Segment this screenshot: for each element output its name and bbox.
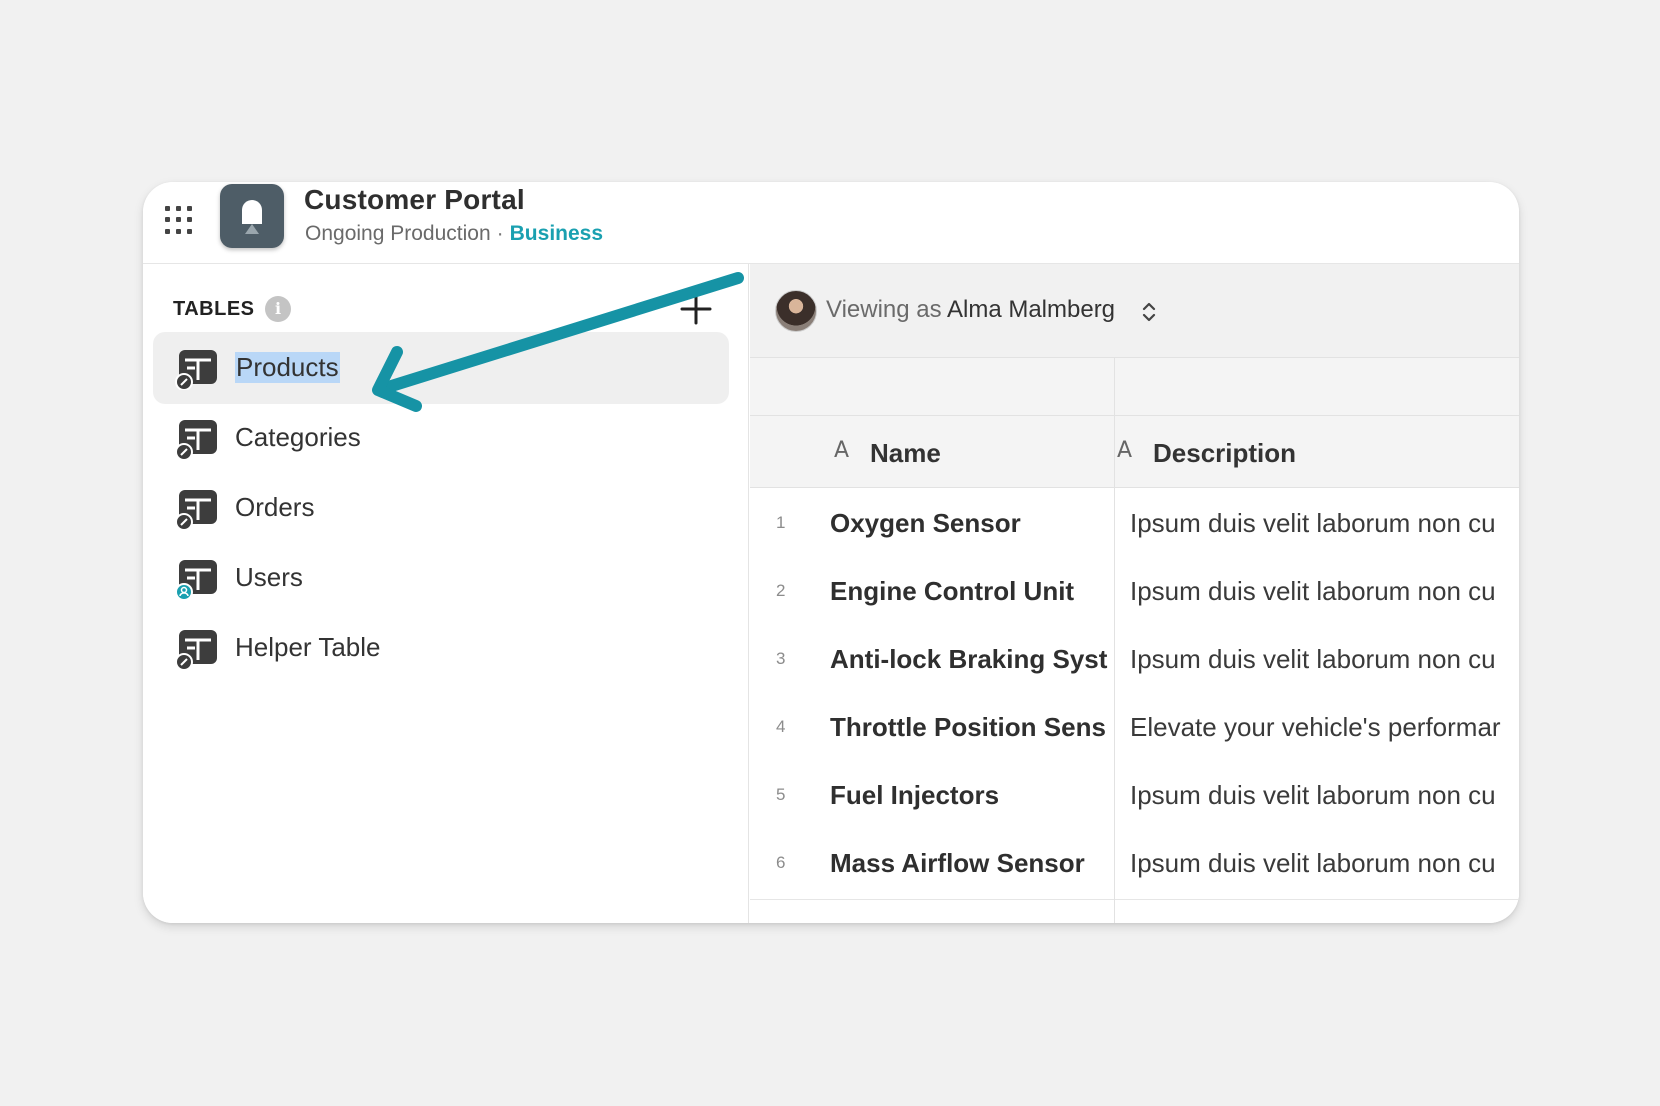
app-logo-icon[interactable] <box>220 184 284 248</box>
table-icon <box>175 630 217 670</box>
table-icon <box>175 350 217 390</box>
name-cell[interactable]: Mass Airflow Sensor <box>830 848 1112 879</box>
sidebar-item-orders[interactable]: Orders <box>153 472 729 544</box>
column-divider <box>1114 358 1115 923</box>
tables-section-label: TABLES <box>173 298 255 320</box>
plus-icon <box>680 293 712 325</box>
row-number: 1 <box>776 513 786 532</box>
column-header-row: A Name A Description <box>750 416 1519 488</box>
viewing-as-label: Viewing as Alma Malmberg <box>826 296 1115 324</box>
text-type-icon: A <box>834 438 850 463</box>
app-title: Customer Portal <box>304 184 525 215</box>
name-cell[interactable]: Fuel Injectors <box>830 780 1112 811</box>
name-cell[interactable]: Throttle Position Sens <box>830 712 1112 743</box>
sidebar-item-products[interactable]: Products <box>153 332 729 404</box>
text-type-icon: A <box>1117 438 1133 463</box>
table-row[interactable]: 3 Anti-lock Braking Syst Ipsum duis veli… <box>750 624 1519 696</box>
sidebar-item-helper-table[interactable]: Helper Table <box>153 612 729 684</box>
description-cell[interactable]: Ipsum duis velit laborum non cu <box>1130 508 1519 539</box>
viewing-as-user: Alma Malmberg <box>946 296 1116 323</box>
table-row[interactable]: 2 Engine Control Unit Ipsum duis velit l… <box>750 556 1519 628</box>
tables-sidebar: TABLES i Products Categories Orders User… <box>143 264 749 923</box>
sidebar-item-users[interactable]: Users <box>153 542 729 614</box>
column-header-name[interactable]: Name <box>870 438 941 469</box>
description-cell[interactable]: Ipsum duis velit laborum non cu <box>1130 848 1519 879</box>
environment-label: Ongoing Production <box>305 222 491 245</box>
sidebar-item-label: Users <box>235 562 303 592</box>
row-number: 4 <box>776 717 786 736</box>
viewing-as-bar[interactable]: Viewing as Alma Malmberg <box>750 264 1519 358</box>
table-row[interactable]: 5 Fuel Injectors Ipsum duis velit laboru… <box>750 760 1519 832</box>
row-number: 2 <box>776 581 786 600</box>
apps-grid-icon[interactable] <box>163 204 193 234</box>
row-number: 3 <box>776 649 786 668</box>
sidebar-item-categories[interactable]: Categories <box>153 402 729 474</box>
data-grid-area: Viewing as Alma Malmberg A Name A Descri… <box>750 264 1519 923</box>
app-header: Customer Portal Ongoing Production · Busin… <box>143 182 1519 264</box>
column-group-row <box>750 358 1519 416</box>
table-icon <box>175 490 217 530</box>
sidebar-item-label: Helper Table <box>235 632 381 662</box>
name-cell[interactable]: Anti-lock Braking Syst <box>830 644 1112 675</box>
plan-badge[interactable]: Business <box>510 222 603 245</box>
add-table-button[interactable] <box>679 292 713 326</box>
avatar <box>775 290 817 332</box>
table-row[interactable]: 4 Throttle Position Sens Elevate your ve… <box>750 692 1519 764</box>
viewing-as-prefix: Viewing as <box>826 296 942 323</box>
table-icon <box>175 420 217 460</box>
sidebar-item-label: Products <box>235 352 340 383</box>
column-header-description[interactable]: Description <box>1153 438 1296 469</box>
description-cell[interactable]: Ipsum duis velit laborum non cu <box>1130 576 1519 607</box>
subtitle-separator: · <box>496 222 504 245</box>
table-row[interactable]: 1 Oxygen Sensor Ipsum duis velit laborum… <box>750 488 1519 560</box>
table-row[interactable]: 6 Mass Airflow Sensor Ipsum duis velit l… <box>750 828 1519 900</box>
app-subtitle: Ongoing Production · Business <box>305 222 603 246</box>
sidebar-item-label: Categories <box>235 422 361 452</box>
name-cell[interactable]: Oxygen Sensor <box>830 508 1112 539</box>
name-cell[interactable]: Engine Control Unit <box>830 576 1112 607</box>
description-cell[interactable]: Ipsum duis velit laborum non cu <box>1130 780 1519 811</box>
info-icon[interactable]: i <box>265 296 291 322</box>
description-cell[interactable]: Ipsum duis velit laborum non cu <box>1130 644 1519 675</box>
users-table-icon <box>175 560 217 600</box>
row-number: 5 <box>776 785 786 804</box>
app-window: Customer Portal Ongoing Production · Busin… <box>143 182 1519 923</box>
chevron-up-down-icon[interactable] <box>1141 300 1157 324</box>
sidebar-item-label: Orders <box>235 492 315 522</box>
row-number: 6 <box>776 853 786 872</box>
description-cell[interactable]: Elevate your vehicle's performar <box>1130 712 1519 743</box>
